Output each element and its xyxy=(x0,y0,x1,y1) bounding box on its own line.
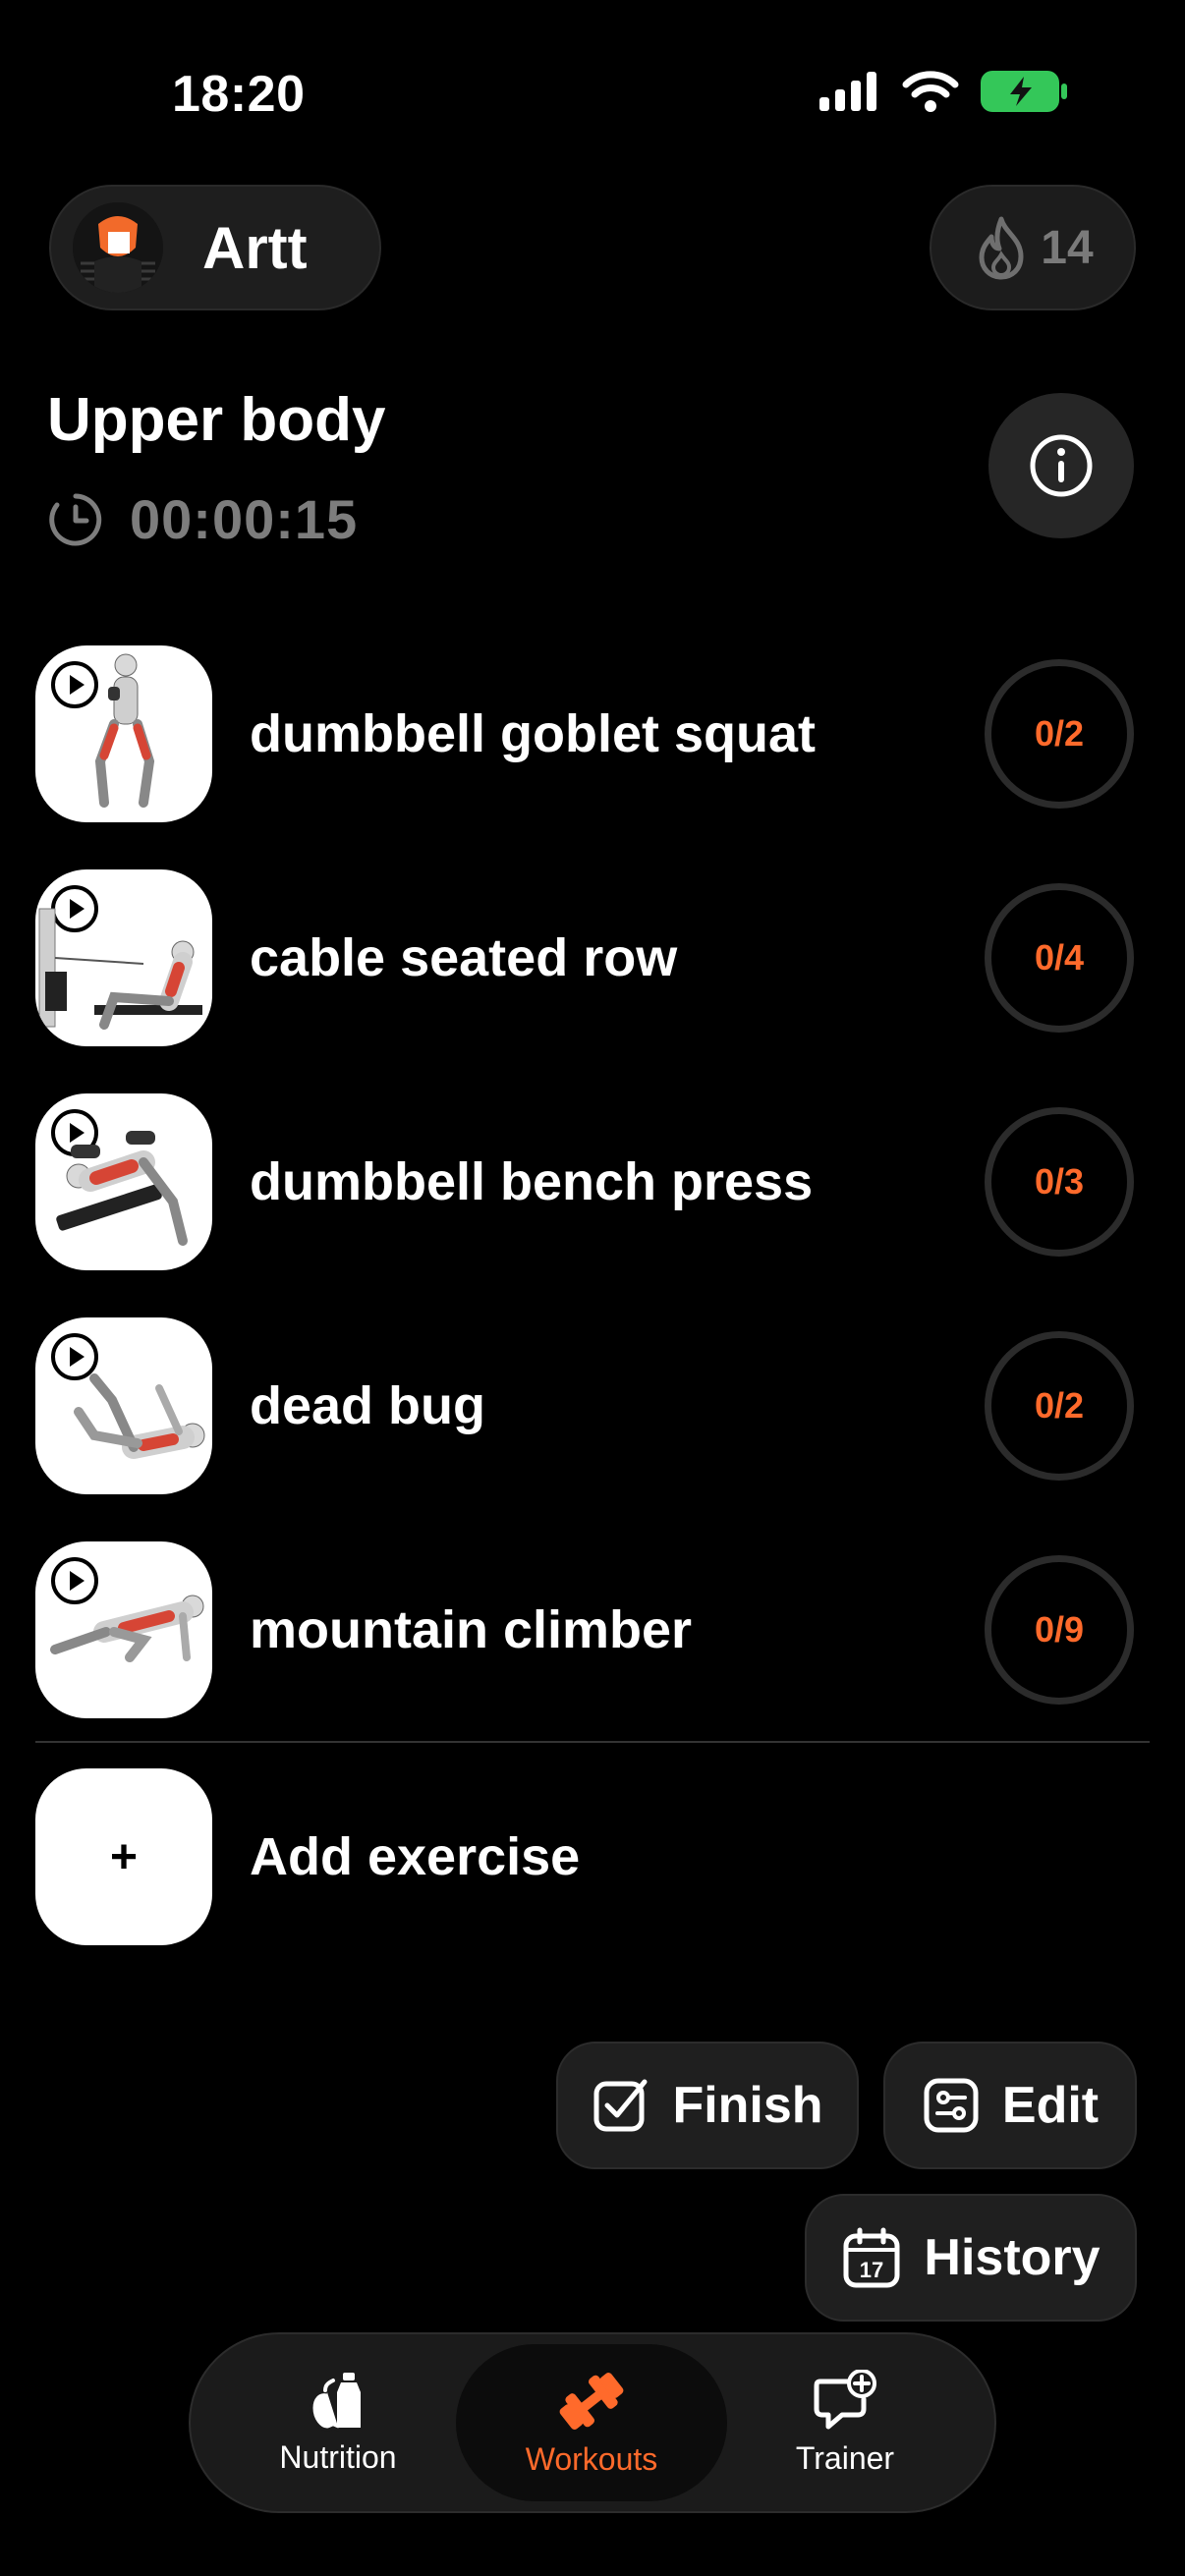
exercise-thumbnail[interactable] xyxy=(35,1541,212,1718)
status-time: 18:20 xyxy=(172,66,306,123)
dumbbell-icon xyxy=(559,2372,624,2430)
set-counter[interactable]: 0/3 xyxy=(985,1107,1134,1257)
battery-charging-icon xyxy=(981,71,1067,112)
exercise-name: dumbbell goblet squat xyxy=(250,704,816,763)
exercise-name: mountain climber xyxy=(250,1600,693,1659)
avatar xyxy=(73,202,163,293)
exercise-thumbnail[interactable] xyxy=(35,869,212,1046)
exercise-thumbnail[interactable] xyxy=(35,645,212,822)
exercise-row[interactable]: mountain climber 0/9 xyxy=(35,1541,1146,1718)
settings-sliders-icon xyxy=(924,2078,979,2133)
exercise-name: cable seated row xyxy=(250,928,678,987)
squat-illustration xyxy=(94,653,155,808)
tab-workouts-label: Workouts xyxy=(525,2440,658,2477)
history-label: History xyxy=(924,2229,1100,2286)
streak-count: 14 xyxy=(1041,221,1094,274)
exercise-thumbnail[interactable] xyxy=(35,1317,212,1494)
bench-press-illustration xyxy=(56,1131,188,1246)
list-divider xyxy=(35,1741,1150,1743)
edit-label: Edit xyxy=(1001,2077,1100,2134)
add-exercise-button[interactable]: + Add exercise xyxy=(35,1768,580,1945)
mountain-climber-illustration xyxy=(50,1595,204,1662)
finish-button[interactable]: Finish xyxy=(556,2042,859,2169)
set-counter[interactable]: 0/9 xyxy=(985,1555,1134,1705)
set-counter[interactable]: 0/2 xyxy=(985,659,1134,809)
set-counter[interactable]: 0/4 xyxy=(985,883,1134,1033)
signal-icon xyxy=(819,72,876,111)
clock-icon xyxy=(49,493,102,545)
checkbox-icon xyxy=(593,2079,648,2132)
tab-nutrition-label: Nutrition xyxy=(279,2438,397,2475)
history-button[interactable]: 17 History xyxy=(805,2194,1137,2322)
tab-workouts[interactable]: Workouts xyxy=(456,2344,727,2501)
status-icons xyxy=(818,71,1067,112)
chat-plus-icon xyxy=(814,2369,876,2429)
exercise-name: dead bug xyxy=(250,1376,485,1435)
apple-bottle-icon xyxy=(310,2372,361,2432)
add-exercise-label: Add exercise xyxy=(250,1827,581,1886)
edit-button[interactable]: Edit xyxy=(883,2042,1137,2169)
exercise-row[interactable]: dumbbell bench press 0/3 xyxy=(35,1093,1146,1270)
bottom-tab-bar: Nutrition Workouts Trainer xyxy=(189,2332,996,2513)
flame-icon xyxy=(979,216,1024,280)
exercise-row[interactable]: dumbbell goblet squat 0/2 xyxy=(35,645,1146,822)
workout-title: Upper body xyxy=(47,386,386,454)
profile-button[interactable]: Artt xyxy=(49,185,381,310)
exercise-row[interactable]: cable seated row 0/4 xyxy=(35,869,1146,1046)
exercise-thumbnail[interactable] xyxy=(35,1093,212,1270)
workout-timer: 00:00:15 xyxy=(47,487,358,551)
tab-trainer-label: Trainer xyxy=(795,2439,895,2476)
plus-icon[interactable]: + xyxy=(35,1768,212,1945)
info-icon xyxy=(1030,434,1093,497)
finish-label: Finish xyxy=(672,2077,823,2134)
calendar-icon: 17 xyxy=(843,2227,900,2288)
calendar-day: 17 xyxy=(860,2258,883,2282)
streak-button[interactable]: 14 xyxy=(930,185,1136,310)
row-illustration xyxy=(38,908,202,1030)
timer-value: 00:00:15 xyxy=(130,488,359,550)
tab-nutrition[interactable]: Nutrition xyxy=(210,2344,466,2501)
exercise-row[interactable]: dead bug 0/2 xyxy=(35,1317,1146,1494)
tab-trainer[interactable]: Trainer xyxy=(717,2344,973,2501)
dead-bug-illustration xyxy=(74,1373,205,1459)
info-button[interactable] xyxy=(988,393,1134,538)
wifi-icon xyxy=(902,71,959,112)
set-counter[interactable]: 0/2 xyxy=(985,1331,1134,1481)
user-name: Artt xyxy=(202,214,308,281)
exercise-name: dumbbell bench press xyxy=(250,1152,814,1211)
